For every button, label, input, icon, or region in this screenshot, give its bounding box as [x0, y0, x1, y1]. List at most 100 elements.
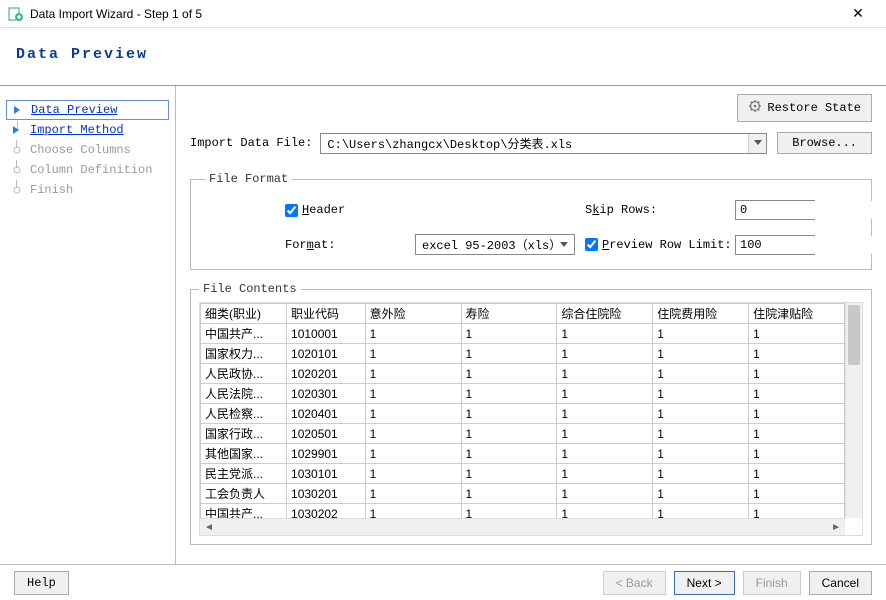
table-row[interactable]: 国家行政...102050111111: [201, 424, 845, 444]
file-contents-legend: File Contents: [199, 282, 301, 296]
preview-limit-checkbox[interactable]: Preview Row Limit:: [585, 238, 735, 252]
table-cell: 1: [365, 424, 461, 444]
table-cell: 1: [365, 404, 461, 424]
file-dropdown-button[interactable]: [748, 134, 766, 153]
table-cell: 1020401: [287, 404, 366, 424]
import-file-label: Import Data File:: [190, 136, 312, 150]
table-cell: 1: [557, 384, 653, 404]
app-icon: [8, 6, 24, 22]
table-cell: 1: [749, 504, 845, 519]
table-cell: 1: [749, 444, 845, 464]
table-cell: 1: [749, 404, 845, 424]
help-button[interactable]: Help: [14, 571, 69, 595]
horizontal-scrollbar[interactable]: ◄ ►: [200, 518, 845, 535]
format-label: Format:: [285, 238, 407, 252]
table-cell: 1: [653, 384, 749, 404]
table-cell: 1: [365, 364, 461, 384]
import-file-combo[interactable]: [320, 133, 767, 154]
table-cell: 工会负责人: [201, 484, 287, 504]
table-cell: 1: [461, 464, 557, 484]
table-cell: 1: [365, 344, 461, 364]
file-format-legend: File Format: [205, 172, 292, 186]
column-header[interactable]: 住院费用险: [653, 304, 749, 324]
preview-table-wrap: 细类(职业)职业代码意外险寿险综合住院险住院费用险住院津贴险 中国共产...10…: [199, 302, 863, 536]
finish-button: Finish: [743, 571, 801, 595]
table-cell: 国家权力...: [201, 344, 287, 364]
table-row[interactable]: 人民政协...102020111111: [201, 364, 845, 384]
table-row[interactable]: 国家权力...102010111111: [201, 344, 845, 364]
circle-icon: [10, 163, 24, 177]
arrow-right-icon: [10, 123, 24, 137]
step-choose-columns: Choose Columns: [6, 140, 169, 160]
circle-icon: [10, 183, 24, 197]
table-cell: 1: [557, 444, 653, 464]
vertical-scrollbar[interactable]: [845, 303, 862, 518]
format-select[interactable]: excel 95-2003（xls）: [415, 234, 575, 255]
table-cell: 1020501: [287, 424, 366, 444]
scroll-thumb[interactable]: [848, 305, 860, 365]
column-header[interactable]: 意外险: [365, 304, 461, 324]
step-import-method[interactable]: Import Method: [6, 120, 169, 140]
table-cell: 1010001: [287, 324, 366, 344]
table-cell: 1: [653, 344, 749, 364]
import-file-input[interactable]: [321, 134, 748, 153]
step-label: Import Method: [30, 123, 124, 137]
column-header[interactable]: 细类(职业): [201, 304, 287, 324]
preview-limit-checkbox-input[interactable]: [585, 238, 598, 251]
table-cell: 1: [461, 324, 557, 344]
scroll-right-icon[interactable]: ►: [831, 522, 841, 533]
table-cell: 民主党派...: [201, 464, 287, 484]
table-cell: 1: [461, 504, 557, 519]
table-cell: 1: [749, 424, 845, 444]
step-data-preview[interactable]: Data Preview: [6, 100, 169, 120]
preview-limit-field[interactable]: [736, 236, 886, 254]
table-cell: 1: [365, 484, 461, 504]
header-checkbox[interactable]: Header: [285, 203, 415, 217]
table-row[interactable]: 人民法院...102030111111: [201, 384, 845, 404]
table-cell: 1: [461, 344, 557, 364]
table-cell: 1: [461, 424, 557, 444]
table-cell: 1: [749, 324, 845, 344]
browse-button[interactable]: Browse...: [777, 132, 872, 154]
scroll-left-icon[interactable]: ◄: [204, 522, 214, 533]
table-cell: 人民检察...: [201, 404, 287, 424]
skip-rows-input[interactable]: ▲▼: [735, 200, 815, 220]
page-header: Data Preview: [0, 28, 886, 86]
table-row[interactable]: 中国共产...101000111111: [201, 324, 845, 344]
table-cell: 1: [749, 464, 845, 484]
table-row[interactable]: 其他国家...102990111111: [201, 444, 845, 464]
restore-state-button[interactable]: Restore State: [737, 94, 872, 122]
table-cell: 1: [653, 464, 749, 484]
skip-rows-field[interactable]: [736, 201, 886, 219]
table-cell: 1: [749, 364, 845, 384]
column-header[interactable]: 职业代码: [287, 304, 366, 324]
table-cell: 1: [365, 384, 461, 404]
table-row[interactable]: 中国共产...103020211111: [201, 504, 845, 519]
table-cell: 1: [749, 384, 845, 404]
table-cell: 1: [557, 324, 653, 344]
cancel-button[interactable]: Cancel: [809, 571, 872, 595]
table-cell: 1: [365, 324, 461, 344]
table-row[interactable]: 工会负责人103020111111: [201, 484, 845, 504]
browse-label: Browse...: [792, 136, 857, 150]
column-header[interactable]: 寿险: [461, 304, 557, 324]
next-button[interactable]: Next >: [674, 571, 735, 595]
preview-limit-input[interactable]: ▲▼: [735, 235, 815, 255]
table-cell: 1: [749, 484, 845, 504]
table-row[interactable]: 人民检察...102040111111: [201, 404, 845, 424]
column-header[interactable]: 综合住院险: [557, 304, 653, 324]
table-cell: 其他国家...: [201, 444, 287, 464]
table-cell: 1: [557, 504, 653, 519]
chevron-down-icon: [560, 242, 568, 248]
page-title: Data Preview: [16, 46, 870, 63]
restore-state-label: Restore State: [767, 101, 861, 115]
close-button[interactable]: ✕: [838, 0, 878, 28]
table-cell: 1: [557, 364, 653, 384]
table-cell: 1: [557, 404, 653, 424]
table-cell: 1: [749, 344, 845, 364]
table-cell: 1020201: [287, 364, 366, 384]
back-button: < Back: [603, 571, 666, 595]
column-header[interactable]: 住院津贴险: [749, 304, 845, 324]
header-checkbox-input[interactable]: [285, 204, 298, 217]
table-row[interactable]: 民主党派...103010111111: [201, 464, 845, 484]
